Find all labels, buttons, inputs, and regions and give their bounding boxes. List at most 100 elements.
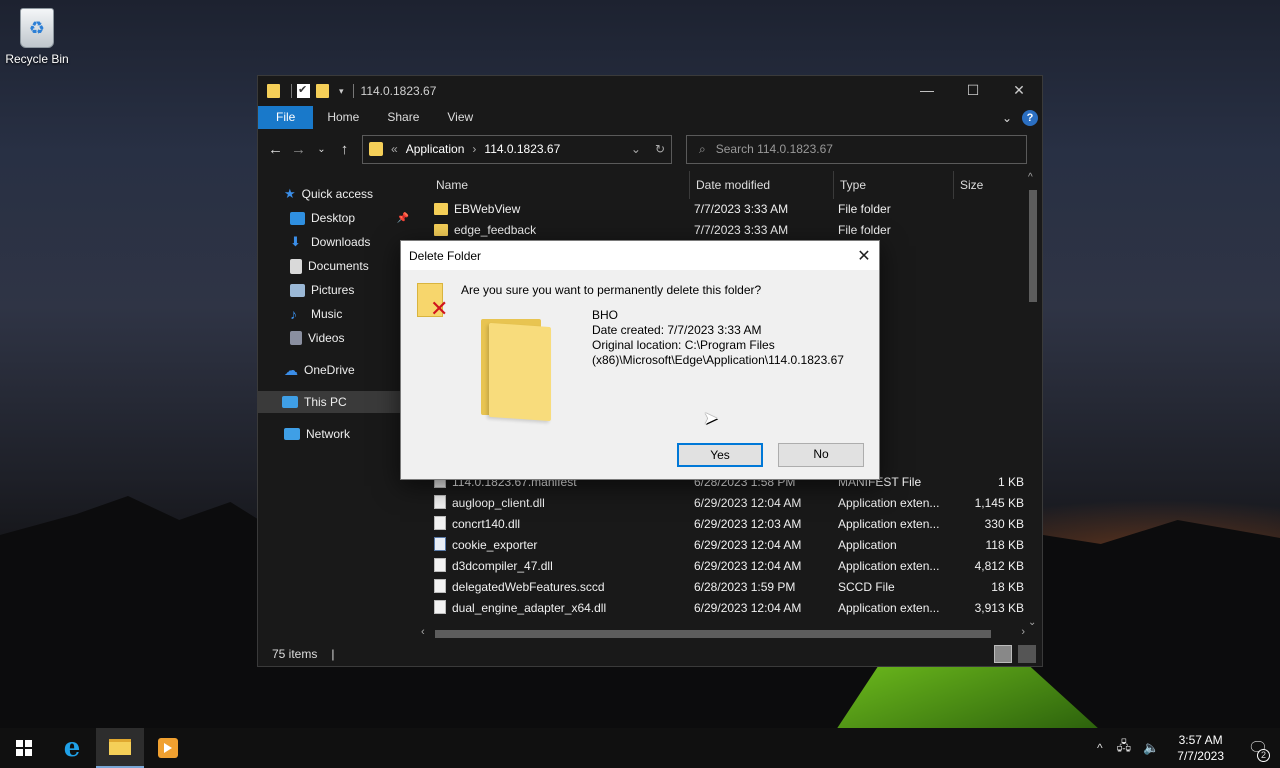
pin-icon[interactable]: 📌 — [397, 213, 409, 224]
up-button[interactable]: ↑ — [333, 141, 356, 158]
tab-file[interactable]: File — [258, 106, 314, 129]
table-row[interactable]: augloop_client.dll 6/29/2023 12:04 AM Appl… — [434, 493, 1024, 514]
folder-icon — [369, 142, 383, 156]
horizontal-scrollbar[interactable]: ‹ › — [421, 626, 1025, 641]
sidebar-item-videos[interactable]: Videos — [290, 327, 344, 349]
recent-locations-button[interactable]: ⌄ — [310, 144, 333, 155]
dialog-titlebar[interactable]: Delete Folder ✕ — [401, 241, 879, 270]
scroll-down-icon[interactable]: ⌄ — [1028, 617, 1036, 628]
item-count: 75 items — [272, 647, 318, 661]
table-row[interactable]: d3dcompiler_47.dll 6/29/2023 12:04 AM Appl… — [434, 556, 1024, 577]
overflow-chevron-icon[interactable]: « — [391, 142, 398, 156]
recycle-bin-shortcut[interactable]: Recycle Bin — [4, 6, 70, 66]
taskbar-media-player[interactable] — [144, 728, 192, 768]
clock[interactable]: 3:57 AM 7/7/2023 — [1165, 732, 1236, 764]
action-center-button[interactable]: 🗨 2 — [1236, 738, 1280, 762]
sidebar-item-label: OneDrive — [304, 363, 355, 377]
taskbar-file-explorer[interactable] — [96, 728, 144, 768]
sidebar-item-this-pc[interactable]: This PC — [258, 391, 400, 413]
address-bar[interactable]: « Application › 114.0.1823.67 ⌄ ↻ — [362, 134, 672, 164]
dialog-title: Delete Folder — [409, 248, 482, 263]
scrollbar-thumb[interactable] — [435, 630, 991, 638]
notification-count-badge: 2 — [1257, 749, 1270, 762]
address-dropdown-icon[interactable]: ⌄ — [631, 142, 641, 156]
show-hidden-icons-icon[interactable]: ^ — [1089, 741, 1111, 755]
original-location-path: (x86)\Microsoft\Edge\Application\114.0.1… — [592, 353, 844, 367]
download-icon: ⬇ — [290, 234, 301, 249]
sidebar-item-label: Downloads — [311, 235, 371, 249]
table-row[interactable]: delegatedWebFeatures.sccd 6/28/2023 1:59 … — [434, 577, 1024, 598]
forward-button[interactable]: → — [287, 141, 310, 158]
tab-view[interactable]: View — [433, 106, 487, 129]
properties-icon[interactable] — [297, 83, 310, 98]
date-modified: 7/7/2023 3:33 AM — [694, 223, 789, 237]
taskbar-internet-explorer[interactable]: e — [48, 728, 96, 768]
scroll-right-icon[interactable]: › — [1021, 626, 1025, 638]
desktop-icon — [290, 211, 305, 225]
table-row[interactable]: concrt140.dll 6/29/2023 12:03 AM Applicati… — [434, 514, 1024, 535]
large-folder-icon — [481, 319, 551, 422]
explorer-titlebar[interactable]: ▾ 114.0.1823.67 — ☐ ✕ — [258, 76, 1042, 106]
minimize-button[interactable]: — — [904, 76, 950, 106]
file-size: 118 KB — [985, 538, 1024, 552]
table-row[interactable]: cookie_exporter 6/29/2023 12:04 AM Applica… — [434, 535, 1024, 556]
sidebar-item-label: This PC — [304, 395, 347, 409]
vertical-scrollbar[interactable]: ^ ⌄ — [1027, 172, 1039, 628]
file-name-label: cookie_exporter — [452, 538, 538, 552]
details-view-icon[interactable] — [994, 645, 1012, 663]
window-title: 114.0.1823.67 — [360, 84, 437, 98]
scroll-left-icon[interactable]: ‹ — [421, 626, 425, 638]
breadcrumb-separator-icon[interactable]: › — [472, 142, 476, 156]
sidebar-item-label: Music — [311, 307, 343, 321]
scrollbar-thumb[interactable] — [1029, 190, 1037, 302]
start-button[interactable] — [0, 728, 48, 768]
breadcrumb-application[interactable]: Application — [406, 142, 465, 156]
file-size: 18 KB — [991, 580, 1024, 594]
sidebar-item-network[interactable]: Network — [284, 423, 350, 445]
large-icons-view-icon[interactable] — [1018, 645, 1036, 663]
volume-muted-icon[interactable]: 🔈 — [1137, 740, 1165, 756]
help-icon[interactable]: ? — [1022, 109, 1038, 126]
column-header-date[interactable]: Date modified — [690, 171, 834, 199]
customize-toolbar-icon[interactable]: ▾ — [339, 86, 344, 97]
pictures-icon — [290, 283, 305, 297]
file-type: SCCD File — [838, 580, 895, 594]
breadcrumb-current[interactable]: 114.0.1823.67 — [484, 142, 560, 156]
table-row[interactable]: edge_feedback 7/7/2023 3:33 AM File folder — [434, 220, 1024, 241]
yes-button[interactable]: Yes — [677, 443, 763, 467]
close-window-button[interactable]: ✕ — [996, 76, 1042, 106]
sidebar-item-documents[interactable]: Documents — [290, 255, 369, 277]
sidebar-item-quick-access[interactable]: ★ Quick access — [284, 183, 373, 205]
file-size: 1,145 KB — [974, 496, 1024, 510]
sidebar-item-desktop[interactable]: Desktop 📌 — [290, 207, 415, 229]
file-name: augloop_client.dll — [434, 493, 545, 514]
sidebar-item-pictures[interactable]: Pictures — [290, 279, 354, 301]
file-size: 1 KB — [997, 475, 1024, 489]
tab-share[interactable]: Share — [373, 106, 433, 129]
sidebar-item-music[interactable]: ♪ Music — [290, 303, 342, 325]
recycle-bin-label: Recycle Bin — [5, 52, 69, 66]
new-folder-icon[interactable] — [316, 84, 329, 98]
original-location: Original location: C:\Program Files — [592, 338, 775, 352]
refresh-icon[interactable]: ↻ — [655, 142, 665, 156]
column-header-name[interactable]: Name — [430, 171, 690, 199]
no-button[interactable]: No — [778, 443, 864, 467]
file-name-label: EBWebView — [454, 202, 521, 216]
maximize-button[interactable]: ☐ — [950, 76, 996, 106]
network-status-icon[interactable]: 🖧 — [1111, 737, 1138, 759]
column-header-type[interactable]: Type — [834, 171, 954, 199]
recycle-bin-icon — [20, 8, 54, 48]
back-button[interactable]: ← — [264, 141, 287, 158]
file-icon — [434, 558, 446, 572]
sidebar-item-onedrive[interactable]: ☁ OneDrive — [284, 359, 355, 381]
search-box[interactable]: ⌕ Search 114.0.1823.67 — [686, 134, 1027, 164]
dialog-close-icon[interactable]: ✕ — [849, 246, 879, 266]
expand-ribbon-icon[interactable]: ⌄ — [1002, 111, 1012, 125]
tab-home[interactable]: Home — [313, 106, 373, 129]
scroll-up-icon[interactable]: ^ — [1028, 172, 1033, 183]
table-row[interactable]: dual_engine_adapter_x64.dll 6/29/2023 12:… — [434, 598, 1024, 619]
column-header-size[interactable]: Size — [954, 171, 1024, 199]
search-icon: ⌕ — [699, 141, 706, 156]
table-row[interactable]: EBWebView 7/7/2023 3:33 AM File folder — [434, 199, 1024, 220]
sidebar-item-downloads[interactable]: ⬇ Downloads — [290, 231, 370, 253]
